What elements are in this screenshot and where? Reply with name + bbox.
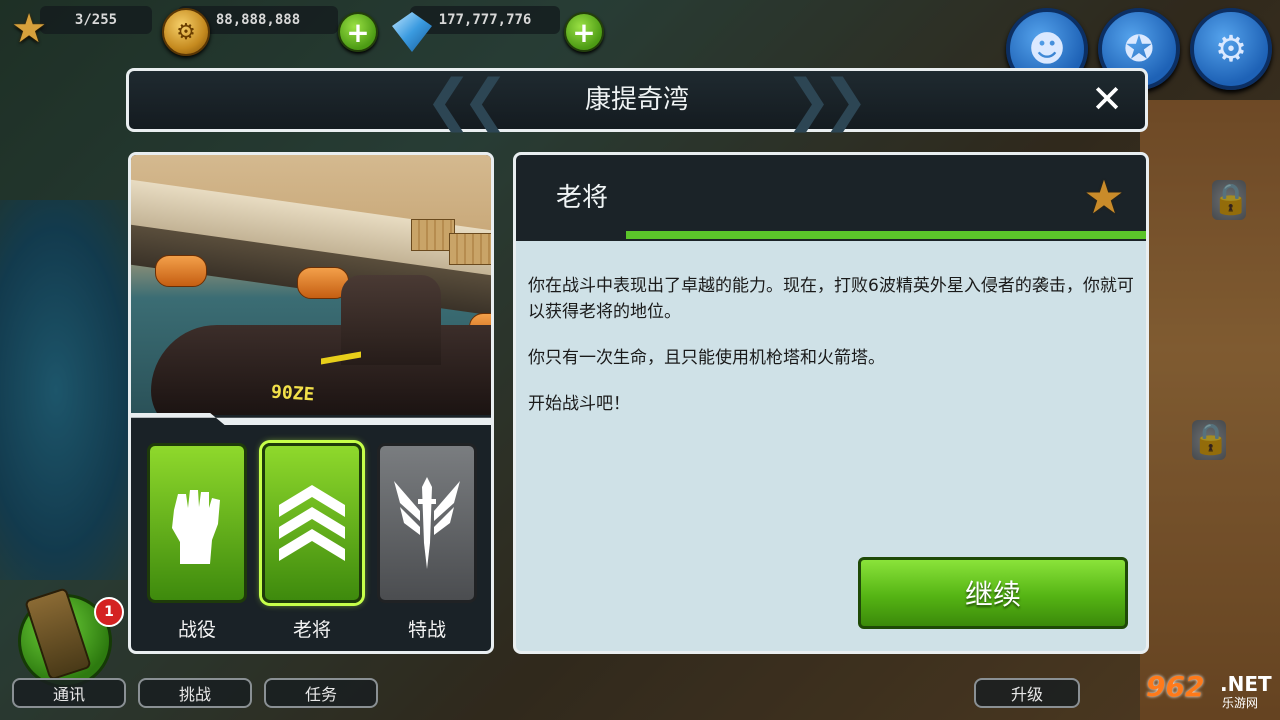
gear-icon: ⚙	[1214, 28, 1248, 70]
difficulty-modes: 战役 老将 特战	[147, 443, 477, 643]
mode-title: 老将	[556, 183, 609, 213]
continue-button[interactable]: 继续	[858, 557, 1128, 629]
level-preview-image: 90ZE	[131, 155, 491, 415]
watermark-site: 乐游网	[1222, 696, 1259, 710]
star-icon: ★	[11, 6, 47, 52]
medal-icon: ✪	[1123, 28, 1155, 70]
watermark-number: 962	[1146, 670, 1205, 703]
sergeant-chevron-icon	[279, 485, 345, 561]
star-icon: ★	[1083, 170, 1125, 224]
notification-badge: 1	[94, 597, 124, 627]
fist-icon	[172, 490, 220, 564]
alien-icon: ☻	[1028, 28, 1066, 70]
gold-coin-icon: ⚙	[162, 8, 210, 56]
mode-campaign-card[interactable]	[147, 443, 247, 603]
comms-button[interactable]: 通讯	[12, 678, 126, 708]
add-gems-button[interactable]: +	[564, 12, 604, 52]
mode-special-ops[interactable]: 特战	[377, 443, 477, 643]
level-preview-panel: 90ZE 战役 老将 特战	[128, 152, 494, 654]
mode-veteran-card[interactable]	[262, 443, 362, 603]
mode-description: 你在战斗中表现出了卓越的能力。现在，打败6波精英外星入侵者的袭击，你就可以获得老…	[528, 273, 1134, 437]
crate	[449, 233, 491, 265]
site-watermark: 962 .NET 乐游网	[1146, 670, 1272, 714]
close-button[interactable]: ✕	[1087, 79, 1127, 119]
stars-counter: 3/255	[40, 6, 152, 34]
mode-veteran-label: 老将	[292, 619, 331, 641]
add-gold-button[interactable]: +	[338, 12, 378, 52]
mode-veteran[interactable]: 老将	[262, 443, 362, 643]
mode-special-ops-label: 特战	[407, 619, 446, 641]
winged-dagger-icon	[394, 477, 460, 569]
dialog-title: 康提奇湾	[584, 85, 689, 115]
description-paragraph: 开始战斗吧！	[528, 394, 630, 414]
settings-button[interactable]: ⚙	[1190, 8, 1272, 90]
gems-counter: 177,777,776	[410, 6, 560, 34]
mode-campaign[interactable]: 战役	[147, 443, 247, 643]
close-icon: ✕	[1091, 77, 1123, 121]
watermark-suffix: .NET	[1220, 672, 1272, 696]
challenge-button[interactable]: 挑战	[138, 678, 252, 708]
missions-button[interactable]: 任务	[264, 678, 378, 708]
description-paragraph: 你只有一次生命，且只能使用机枪塔和火箭塔。	[528, 348, 885, 368]
mode-campaign-label: 战役	[177, 619, 216, 641]
upgrade-button[interactable]: 升级	[974, 678, 1080, 708]
mode-special-ops-card[interactable]	[377, 443, 477, 603]
description-paragraph: 你在战斗中表现出了卓越的能力。现在，打败6波精英外星入侵者的袭击，你就可以获得老…	[528, 276, 1134, 322]
mode-info-header: 老将 ★	[516, 155, 1146, 241]
dialog-title-bar: ❮❮ ❯❯ 康提奇湾 ✕	[126, 68, 1148, 132]
submarine-marking: 90ZE	[270, 381, 316, 406]
mode-info-panel: 老将 ★ 你在战斗中表现出了卓越的能力。现在，打败6波精英外星入侵者的袭击，你就…	[513, 152, 1149, 654]
header-accent-line	[626, 231, 1146, 239]
buoy	[155, 255, 207, 287]
